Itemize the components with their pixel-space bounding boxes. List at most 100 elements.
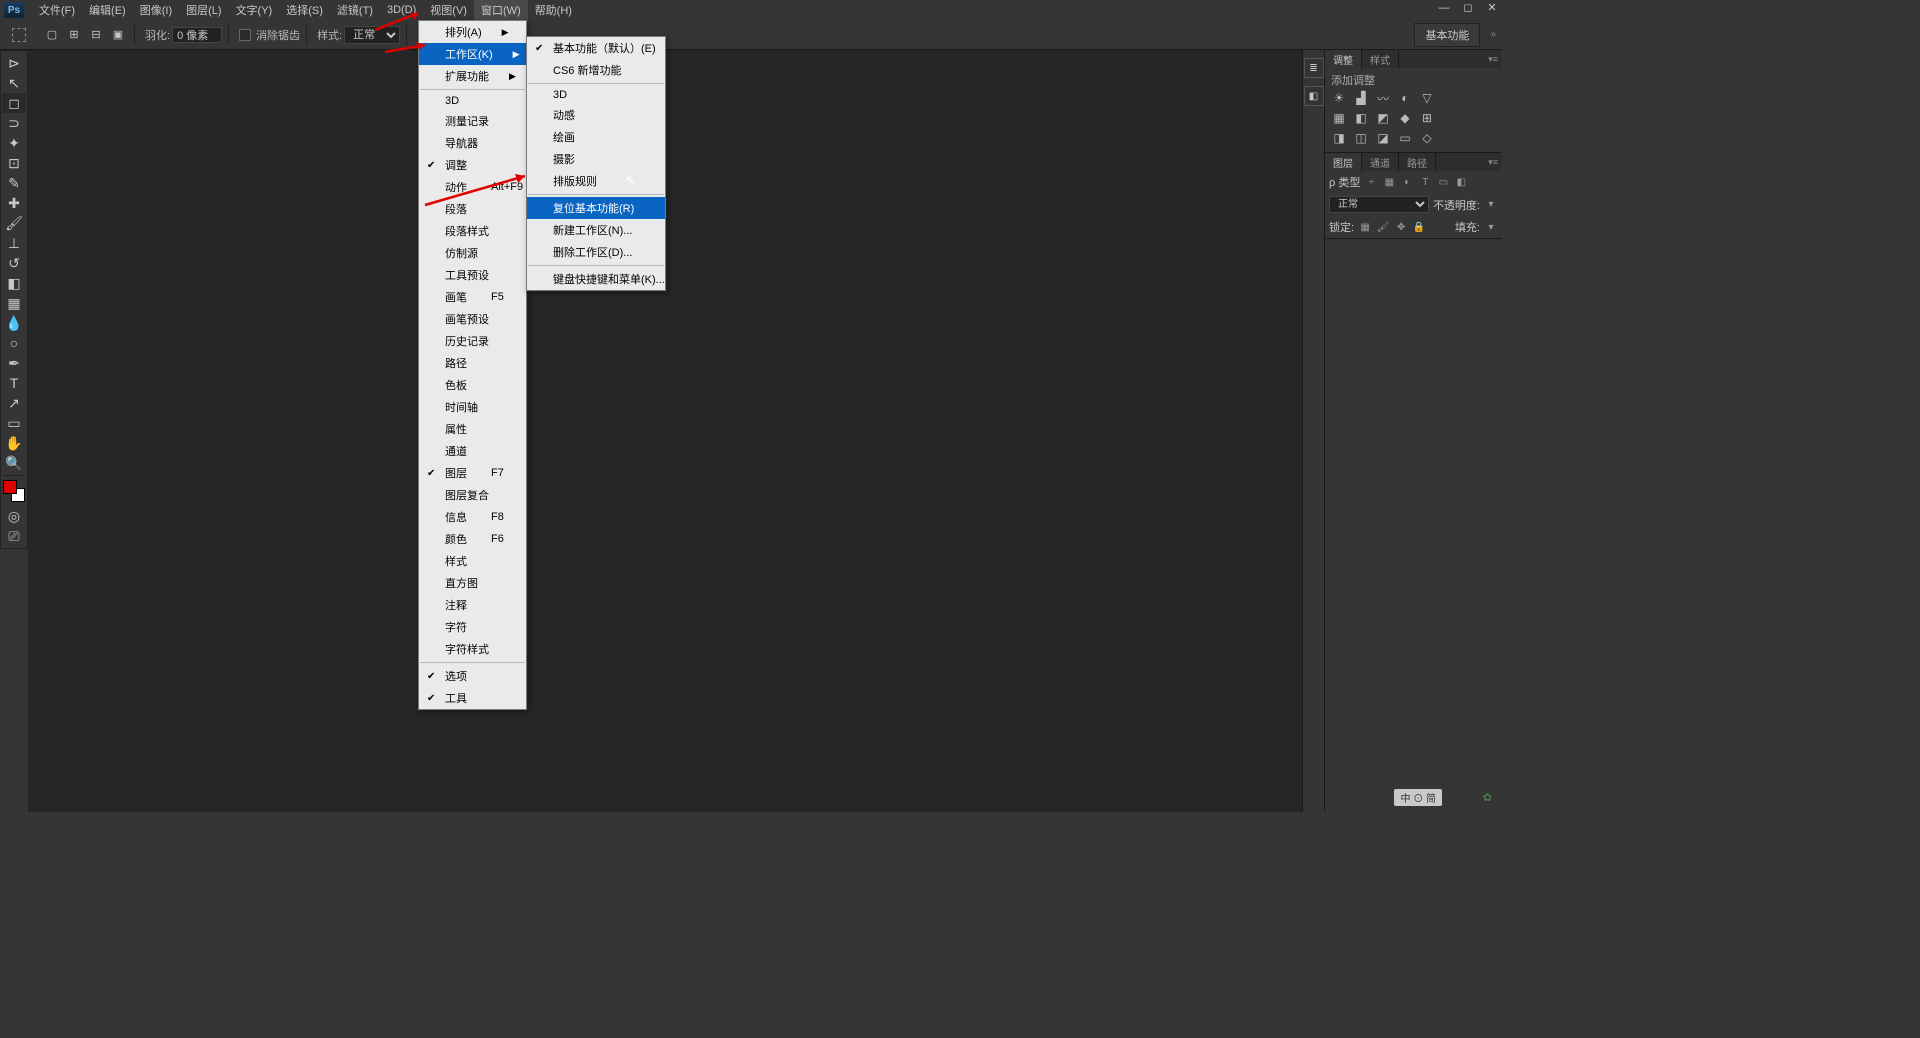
add-selection-icon[interactable]: ⊞ — [64, 25, 84, 45]
menu-item-[interactable]: 段落样式 — [419, 220, 526, 242]
adjustments-tab[interactable]: 调整 — [1325, 50, 1362, 69]
brush-tool[interactable]: 🖌 — [2, 213, 26, 233]
menu-select[interactable]: 选择(S) — [279, 0, 330, 21]
menu-3d[interactable]: 3D(D) — [380, 1, 423, 19]
menu-edit[interactable]: 编辑(E) — [82, 0, 133, 21]
menu-item-[interactable]: 排版规则 — [527, 170, 665, 192]
menu-item-[interactable]: ✔选项 — [419, 665, 526, 687]
hand-tool[interactable]: ✋ — [2, 433, 26, 453]
dodge-tool[interactable]: ○ — [2, 333, 26, 353]
menu-layer[interactable]: 图层(L) — [179, 0, 228, 21]
menu-item-3D[interactable]: 3D — [419, 92, 526, 110]
filter-smart-icon[interactable]: ◧ — [1454, 176, 1468, 188]
menu-item-E[interactable]: ✔基本功能（默认）(E) — [527, 37, 665, 59]
menu-item-A[interactable]: 排列(A)▶ — [419, 21, 526, 43]
vibrance-icon[interactable]: ▽ — [1419, 91, 1435, 105]
menu-item-[interactable]: ✔调整 — [419, 154, 526, 176]
channel-mixer-icon[interactable]: ◆ — [1397, 111, 1413, 125]
filter-dropdown-icon[interactable]: ÷ — [1364, 176, 1378, 188]
menu-item-[interactable]: 路径 — [419, 352, 526, 374]
menu-item-[interactable]: 画笔预设 — [419, 308, 526, 330]
paths-tab[interactable]: 路径 — [1399, 153, 1436, 172]
menu-item-[interactable]: 信息F8 — [419, 506, 526, 528]
lookup-icon[interactable]: ⊞ — [1419, 111, 1435, 125]
menu-item-[interactable]: 字符 — [419, 616, 526, 638]
menu-image[interactable]: 图像(I) — [133, 0, 179, 21]
path-select-tool[interactable]: ↗ — [2, 393, 26, 413]
gradient-map-icon[interactable]: ▭ — [1397, 131, 1413, 145]
feather-input[interactable] — [172, 27, 222, 43]
menu-item-[interactable]: 画笔F5 — [419, 286, 526, 308]
properties-panel-icon[interactable]: ◧ — [1304, 86, 1324, 106]
invert-icon[interactable]: ◨ — [1331, 131, 1347, 145]
blur-tool[interactable]: 💧 — [2, 313, 26, 333]
new-selection-icon[interactable]: ▢ — [42, 25, 62, 45]
opacity-dropdown-icon[interactable]: ▾ — [1484, 199, 1498, 211]
color-swatches[interactable] — [3, 480, 25, 502]
menu-item-R[interactable]: 复位基本功能(R) — [527, 197, 665, 219]
channels-tab[interactable]: 通道 — [1362, 153, 1399, 172]
menu-item-[interactable]: 直方图 — [419, 572, 526, 594]
lock-trans-icon[interactable]: ▦ — [1358, 221, 1372, 233]
pen-tool[interactable]: ✒ — [2, 353, 26, 373]
menu-item-K[interactable]: 工作区(K)▶ — [419, 43, 526, 65]
close-button[interactable]: ✕ — [1486, 2, 1498, 14]
stamp-tool[interactable]: ⊥ — [2, 233, 26, 253]
menu-item-[interactable]: 图层复合 — [419, 484, 526, 506]
menu-window[interactable]: 窗口(W) — [474, 0, 528, 21]
foreground-color[interactable] — [3, 480, 17, 494]
crop-tool[interactable]: ⊡ — [2, 153, 26, 173]
marquee-tool[interactable]: ◻ — [2, 93, 26, 113]
menu-type[interactable]: 文字(Y) — [229, 0, 280, 21]
blend-mode-select[interactable]: 正常 — [1329, 196, 1429, 213]
menu-help[interactable]: 帮助(H) — [528, 0, 579, 21]
subtract-selection-icon[interactable]: ⊟ — [86, 25, 106, 45]
bw-icon[interactable]: ◧ — [1353, 111, 1369, 125]
wand-tool[interactable]: ✦ — [2, 133, 26, 153]
workspace-switcher[interactable]: 基本功能 — [1414, 23, 1480, 47]
menu-item-[interactable]: 段落 — [419, 198, 526, 220]
heal-tool[interactable]: ✚ — [2, 193, 26, 213]
curves-icon[interactable]: 〰 — [1375, 91, 1391, 105]
styles-tab[interactable]: 样式 — [1362, 50, 1399, 69]
menu-item-N[interactable]: 新建工作区(N)... — [527, 219, 665, 241]
menu-item-[interactable]: ✔工具 — [419, 687, 526, 709]
posterize-icon[interactable]: ◫ — [1353, 131, 1369, 145]
layers-tab[interactable]: 图层 — [1325, 153, 1362, 172]
menu-item-[interactable]: 属性 — [419, 418, 526, 440]
menu-item-[interactable]: 绘画 — [527, 126, 665, 148]
menu-item-[interactable]: 导航器 — [419, 132, 526, 154]
shape-tool[interactable]: ▭ — [2, 413, 26, 433]
lock-pos-icon[interactable]: ✥ — [1394, 221, 1408, 233]
collapse-icon[interactable]: ⊳ — [2, 53, 26, 73]
eraser-tool[interactable]: ◧ — [2, 273, 26, 293]
menu-item-[interactable]: 颜色F6 — [419, 528, 526, 550]
menu-item-[interactable]: 动作Alt+F9 — [419, 176, 526, 198]
exposure-icon[interactable]: ◐ — [1397, 91, 1413, 105]
menu-item-[interactable]: 动感 — [527, 104, 665, 126]
minimize-button[interactable]: — — [1438, 2, 1450, 14]
threshold-icon[interactable]: ◪ — [1375, 131, 1391, 145]
quickmask-tool[interactable]: ◎ — [2, 506, 26, 526]
levels-icon[interactable]: ▟ — [1353, 91, 1369, 105]
menu-item-[interactable]: 测量记录 — [419, 110, 526, 132]
menu-item-3D[interactable]: 3D — [527, 86, 665, 104]
lock-all-icon[interactable]: 🔒 — [1412, 221, 1426, 233]
menu-item-[interactable]: ✔图层F7 — [419, 462, 526, 484]
menu-item-[interactable]: 样式 — [419, 550, 526, 572]
zoom-tool[interactable]: 🔍 — [2, 453, 26, 473]
filter-type-icon[interactable]: T — [1418, 176, 1432, 188]
selective-color-icon[interactable]: ◇ — [1419, 131, 1435, 145]
filter-adjust-icon[interactable]: ◐ — [1400, 176, 1414, 188]
menu-item-[interactable]: 历史记录 — [419, 330, 526, 352]
hue-icon[interactable]: ▦ — [1331, 111, 1347, 125]
brightness-icon[interactable]: ☀ — [1331, 91, 1347, 105]
menu-item-[interactable]: 摄影 — [527, 148, 665, 170]
photo-filter-icon[interactable]: ◩ — [1375, 111, 1391, 125]
gradient-tool[interactable]: ▦ — [2, 293, 26, 313]
menu-item-CS6[interactable]: CS6 新增功能 — [527, 59, 665, 81]
history-brush-tool[interactable]: ↺ — [2, 253, 26, 273]
style-select[interactable]: 正常 — [344, 26, 400, 44]
menu-item-[interactable]: 字符样式 — [419, 638, 526, 660]
history-panel-icon[interactable]: ≣ — [1304, 58, 1324, 78]
